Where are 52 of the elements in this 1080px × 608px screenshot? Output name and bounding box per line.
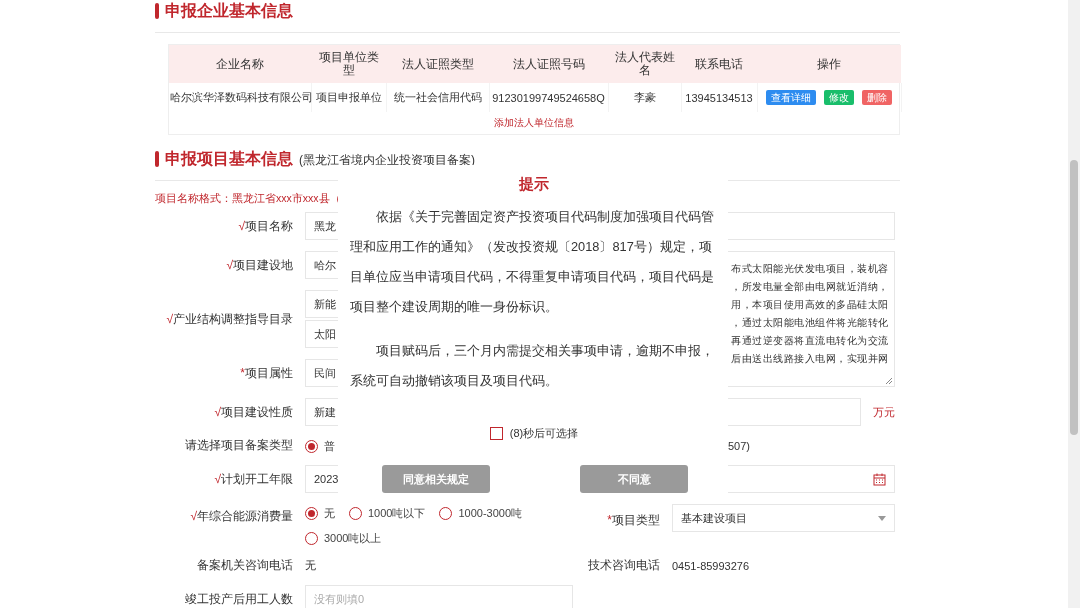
section-marker bbox=[155, 3, 159, 19]
input-field[interactable]: 没有则填0 bbox=[305, 585, 573, 608]
field-note: 507) bbox=[727, 439, 752, 452]
add-link[interactable]: 添加法人单位信息 bbox=[494, 116, 574, 130]
table-cell: 13945134513 bbox=[681, 83, 757, 112]
select-field[interactable]: 基本建设项目 bbox=[672, 504, 895, 532]
table-cell: 统一社会信用代码 bbox=[386, 83, 489, 112]
field-label: 技术咨询电话 bbox=[587, 557, 660, 574]
scrollbar[interactable] bbox=[1068, 0, 1080, 608]
table-cell: 91230199749524658Q bbox=[489, 83, 608, 112]
field-label: 备案机关咨询电话 bbox=[196, 557, 293, 574]
table-header-cell: 联系电话 bbox=[681, 45, 757, 83]
unit-label: 万元 bbox=[873, 404, 895, 420]
field-label: 请选择项目备案类型 bbox=[184, 437, 293, 454]
dialog-title: 提示 bbox=[518, 175, 550, 194]
table-cell: 项目申报单位 bbox=[311, 83, 386, 112]
field-label: √项目名称 bbox=[237, 217, 293, 235]
table-header-cell: 法人证照号码 bbox=[489, 45, 608, 83]
resize-handle-icon bbox=[885, 377, 892, 384]
field-label: √产业结构调整指导目录 bbox=[165, 310, 293, 328]
scrollbar-thumb[interactable] bbox=[1070, 160, 1078, 435]
field-label: 竣工投产后用工人数 bbox=[184, 590, 293, 608]
table-cell: 李豪 bbox=[608, 83, 681, 112]
action-button[interactable]: 删除 bbox=[862, 90, 892, 105]
table-header-cell: 项目单位类型 bbox=[311, 45, 386, 83]
field-value: 0451-85993276 bbox=[672, 559, 751, 572]
radio-label: 3000吨以上 bbox=[324, 531, 382, 546]
caret-icon bbox=[878, 515, 886, 521]
section-title: 申报企业基本信息 bbox=[165, 0, 293, 21]
field-label: √项目建设地 bbox=[225, 256, 293, 274]
field-label: √项目建设性质 bbox=[213, 403, 293, 421]
radio-label: 普 bbox=[324, 439, 335, 454]
calendar-icon bbox=[873, 472, 886, 486]
table-header-cell: 企业名称 bbox=[169, 45, 311, 83]
checkbox-label: (8)秒后可选择 bbox=[509, 426, 579, 441]
table-cell: 哈尔滨华泽数码科技有限公司 bbox=[169, 83, 311, 112]
field-label: √计划开工年限 bbox=[213, 470, 293, 488]
section-title: 申报项目基本信息 bbox=[165, 148, 293, 169]
action-button[interactable]: 修改 bbox=[824, 90, 854, 105]
radio-label: 1000-3000吨 bbox=[458, 506, 523, 521]
table-header-cell: 操作 bbox=[757, 45, 901, 83]
field-value: 无 bbox=[305, 558, 317, 573]
table-header-cell: 法人代表姓名 bbox=[608, 45, 681, 83]
radio-label: 无 bbox=[324, 506, 335, 521]
table-header-cell: 法人证照类型 bbox=[386, 45, 489, 83]
field-label: *项目类型 bbox=[606, 512, 660, 529]
field-label: √年综合能源消费量 bbox=[189, 508, 293, 525]
action-button[interactable]: 查看详细 bbox=[766, 90, 816, 105]
radio-label: 1000吨以下 bbox=[368, 506, 426, 521]
checkbox[interactable] bbox=[489, 427, 503, 440]
section-marker bbox=[155, 151, 159, 167]
field-label: *项目属性 bbox=[239, 364, 293, 382]
